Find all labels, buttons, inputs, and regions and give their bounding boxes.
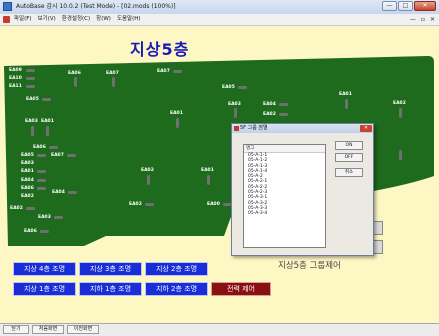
lamp[interactable] [345, 99, 348, 109]
lamp[interactable] [37, 154, 46, 157]
status-bar: 닫기 처음화면 이전화면 [0, 323, 439, 336]
dialog-close-button[interactable]: ✕ [360, 125, 372, 132]
lamp[interactable] [26, 207, 35, 210]
lamp[interactable] [112, 77, 115, 87]
list-item[interactable]: 05-A-3-4 [244, 211, 325, 216]
home-screen-button[interactable]: 처음화면 [32, 325, 64, 334]
lamp-label: EA02 [141, 168, 154, 173]
lamp[interactable] [399, 150, 402, 160]
lamp[interactable] [207, 175, 210, 185]
list-header: 명그 [244, 145, 325, 153]
lamp-label: EA04 [263, 102, 276, 107]
lamp-label: EA01 [201, 168, 214, 173]
lamp-label: EA11 [9, 84, 22, 89]
power-control-button[interactable]: 전력 제어 [211, 282, 271, 296]
on-button[interactable]: ON [335, 141, 363, 150]
basement-1-light-button[interactable]: 지하 1층 조명 [79, 282, 142, 296]
lamp[interactable] [26, 77, 35, 80]
lamp[interactable] [67, 154, 76, 157]
lamp[interactable] [176, 118, 179, 128]
lamp-label: EA01 [41, 119, 54, 124]
lamp-label: EA02 [393, 101, 406, 106]
lamp[interactable] [279, 103, 288, 106]
floor-2-light-button[interactable]: 지상 2층 조명 [145, 262, 208, 276]
lamp-label: EA02 [129, 202, 142, 207]
lamp[interactable] [37, 170, 46, 173]
close-screen-button[interactable]: 닫기 [3, 325, 29, 334]
lamp-label: EA04 [52, 190, 65, 195]
off-button[interactable]: OFF [335, 153, 363, 162]
lamp[interactable] [46, 126, 49, 136]
lamp-label: EA03 [21, 161, 34, 166]
lamp-label: EA02 [263, 112, 276, 117]
lamp[interactable] [40, 230, 49, 233]
lamp[interactable] [145, 203, 154, 206]
lamp-label: EA02 [10, 206, 23, 211]
lamp-label: EA09 [9, 68, 22, 73]
lamp-label: EA03 [38, 215, 51, 220]
lamp-label: EA05 [26, 97, 39, 102]
lamp-label: EA06 [33, 145, 46, 150]
lamp[interactable] [31, 126, 34, 136]
lamp[interactable] [49, 146, 58, 149]
lamp-label: EA00 [207, 202, 220, 207]
lamp[interactable] [42, 98, 51, 101]
lamp-label: EA02 [21, 194, 34, 199]
lamp-label: EA04 [21, 178, 34, 183]
lamp[interactable] [234, 108, 237, 118]
lamp[interactable] [37, 187, 46, 190]
lamp[interactable] [26, 85, 35, 88]
previous-screen-button[interactable]: 이전화면 [67, 325, 99, 334]
lamp-label: EA01 [339, 92, 352, 97]
lamp[interactable] [147, 175, 150, 185]
lamp-label: EA07 [51, 153, 64, 158]
lamp[interactable] [26, 69, 35, 72]
dialog-title: 5F 그룹 점멸 [232, 124, 373, 133]
dialog-icon [234, 126, 239, 131]
lamp-label: EA01 [21, 169, 34, 174]
lamp-label: EA03 [228, 102, 241, 107]
lamp[interactable] [173, 70, 182, 73]
lamp[interactable] [238, 86, 247, 89]
lamp-label: EA01 [170, 111, 183, 116]
lamp-label: EA10 [9, 76, 22, 81]
lamp-label: EA06 [21, 186, 34, 191]
lamp-label: EA05 [21, 153, 34, 158]
floor-1-light-button[interactable]: 지상 1층 조명 [13, 282, 76, 296]
group-list[interactable]: 명그 05-A-1-1 05-A-1-2 05-A-1-3 05-A-1-4 0… [243, 144, 326, 248]
lamp-label: EA07 [157, 69, 170, 74]
lamp-label: EA05 [222, 85, 235, 90]
lamp[interactable] [279, 113, 288, 116]
floor-4-light-button[interactable]: 지상 4층 조명 [13, 262, 76, 276]
lamp[interactable] [68, 191, 77, 194]
lamp[interactable] [37, 179, 46, 182]
lamp-label: EA07 [106, 71, 119, 76]
lamp-label: EA06 [68, 71, 81, 76]
group-dim-dialog: 5F 그룹 점멸 ✕ 명그 05-A-1-1 05-A-1-2 05-A-1-3… [231, 123, 374, 256]
cancel-button[interactable]: 취소 [335, 168, 363, 177]
floor-3-light-button[interactable]: 지상 3층 조명 [79, 262, 142, 276]
lamp-label: EA03 [25, 119, 38, 124]
lamp[interactable] [399, 108, 402, 118]
basement-2-light-button[interactable]: 지하 2층 조명 [145, 282, 208, 296]
lamp[interactable] [74, 77, 77, 87]
lamp-label: EA06 [24, 229, 37, 234]
group-control-label: 지상5층 그룹제어 [278, 261, 341, 271]
lamp[interactable] [54, 216, 63, 219]
